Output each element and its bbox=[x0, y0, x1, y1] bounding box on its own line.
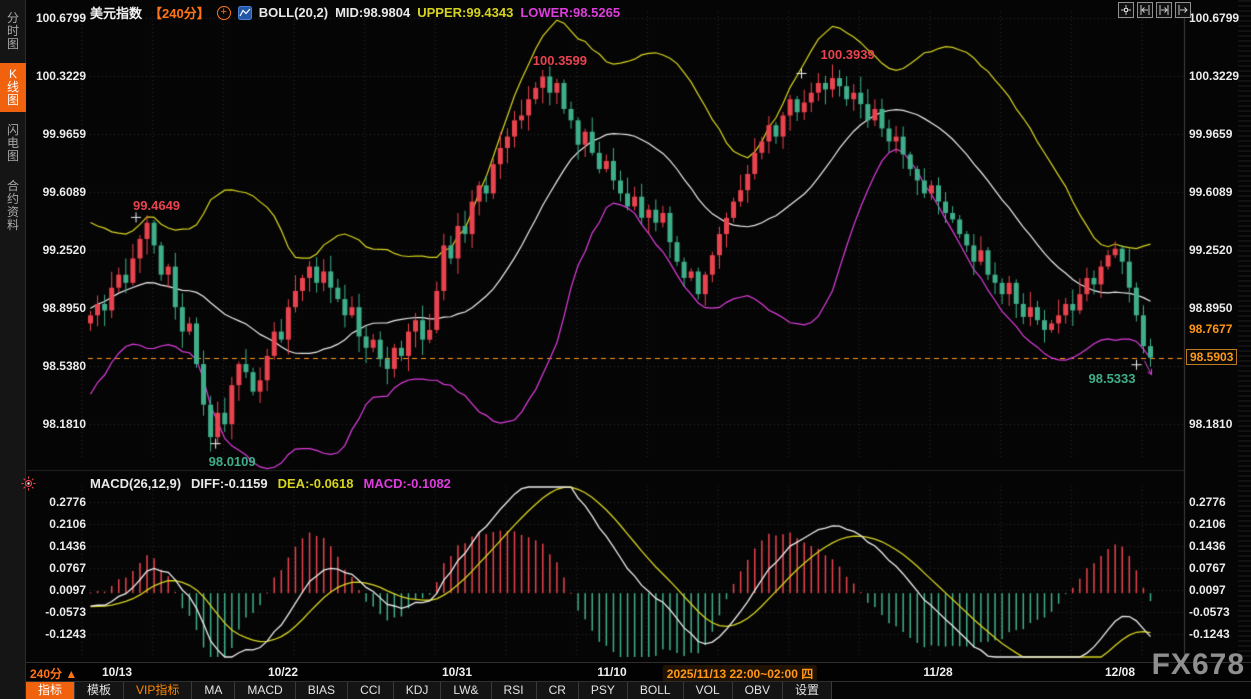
toolbar-button-boll[interactable]: BOLL bbox=[628, 682, 684, 699]
macd-hist-value: MACD:-0.1082 bbox=[364, 476, 451, 491]
watermark: FX678 bbox=[1152, 648, 1245, 682]
toolbar-button-lw[interactable]: LW& bbox=[441, 682, 491, 699]
toolbar-button-rsi[interactable]: RSI bbox=[492, 682, 537, 699]
toolbar-button-indicator[interactable]: 指标 bbox=[26, 682, 75, 699]
x-axis-date-label: 10/22 bbox=[268, 665, 298, 679]
toolbar-filler bbox=[832, 682, 1251, 699]
x-axis-date-label: 12/08 bbox=[1105, 665, 1135, 679]
toolbar-button-psy[interactable]: PSY bbox=[579, 682, 628, 699]
toolbar-button-cr[interactable]: CR bbox=[537, 682, 579, 699]
toolbar-button-settings[interactable]: 设置 bbox=[783, 682, 832, 699]
macd-alert-icon[interactable] bbox=[21, 476, 36, 496]
toolbar-button-template[interactable]: 模板 bbox=[75, 682, 124, 699]
boll-upper-value: UPPER:99.4343 bbox=[417, 5, 513, 20]
toolbar-button-vol[interactable]: VOL bbox=[684, 682, 733, 699]
expand-time-axis-icon[interactable] bbox=[1156, 2, 1172, 18]
toolbar-button-bias[interactable]: BIAS bbox=[296, 682, 348, 699]
sidebar-item-kline-chart[interactable]: K线图 bbox=[0, 63, 26, 112]
macd-params-label: MACD(26,12,9) bbox=[90, 476, 181, 491]
x-axis-date-label: 10/13 bbox=[102, 665, 132, 679]
x-axis-date-label: 11/10 bbox=[597, 665, 626, 679]
period-selector[interactable]: 【240分】 bbox=[149, 3, 210, 22]
chart-style-icon[interactable] bbox=[238, 6, 252, 20]
toolbar-button-cci[interactable]: CCI bbox=[348, 682, 394, 699]
chart-type-sidebar: 分时图 K线图闪电图合约资料 bbox=[0, 0, 26, 699]
macd-dea-value: DEA:-0.0618 bbox=[278, 476, 354, 491]
bottom-toolbar: 指标模板VIP指标MAMACDBIASCCIKDJLW&RSICRPSYBOLL… bbox=[26, 681, 1251, 699]
macd-header: MACD(26,12,9) DIFF:-0.1159 DEA:-0.0618 M… bbox=[90, 476, 451, 491]
macd-diff-value: DIFF:-0.1159 bbox=[191, 476, 268, 491]
sidebar-item-flash-chart[interactable]: 闪电图 bbox=[0, 119, 26, 168]
add-compare-icon[interactable]: + bbox=[217, 6, 231, 20]
sidebar-item-time-share-chart[interactable]: 分时图 bbox=[0, 7, 26, 56]
chart-header: 美元指数 【240分】 + BOLL(20,2) MID:98.9804 UPP… bbox=[90, 3, 620, 22]
current-period-button[interactable]: 240分 ▲ bbox=[30, 665, 77, 682]
x-axis-date-label: 10/31 bbox=[442, 665, 472, 679]
toolbar-button-kdj[interactable]: KDJ bbox=[394, 682, 442, 699]
crosshair-icon[interactable] bbox=[1118, 2, 1134, 18]
toolbar-button-vip-indicator[interactable]: VIP指标 bbox=[124, 682, 192, 699]
shift-chart-right-icon[interactable] bbox=[1175, 2, 1191, 18]
chart-canvas[interactable] bbox=[0, 0, 1251, 699]
prev-close-price-label: 98.7677 bbox=[1189, 322, 1232, 336]
boll-mid-value: MID:98.9804 bbox=[335, 5, 410, 20]
toolbar-button-ma[interactable]: MA bbox=[192, 682, 235, 699]
symbol-name: 美元指数 bbox=[90, 3, 142, 22]
chart-tools bbox=[1118, 2, 1191, 18]
last-price-label: 98.5903 bbox=[1186, 349, 1237, 365]
sidebar-item-contract-info[interactable]: 合约资料 bbox=[0, 175, 26, 237]
boll-lower-value: LOWER:98.5265 bbox=[520, 5, 620, 20]
trading-app-window: 分时图 K线图闪电图合约资料 美元指数 【240分】 + BOLL(20,2) M… bbox=[0, 0, 1251, 699]
x-axis-highlighted-datetime: 2025/11/13 22:00~02:00 四 bbox=[663, 665, 817, 682]
toolbar-button-obv[interactable]: OBV bbox=[733, 682, 783, 699]
boll-params-label: BOLL(20,2) bbox=[259, 5, 328, 20]
time-axis-row bbox=[26, 662, 1251, 682]
compress-time-axis-icon[interactable] bbox=[1137, 2, 1153, 18]
x-axis-date-label: 11/28 bbox=[923, 665, 952, 679]
toolbar-button-macd[interactable]: MACD bbox=[235, 682, 295, 699]
